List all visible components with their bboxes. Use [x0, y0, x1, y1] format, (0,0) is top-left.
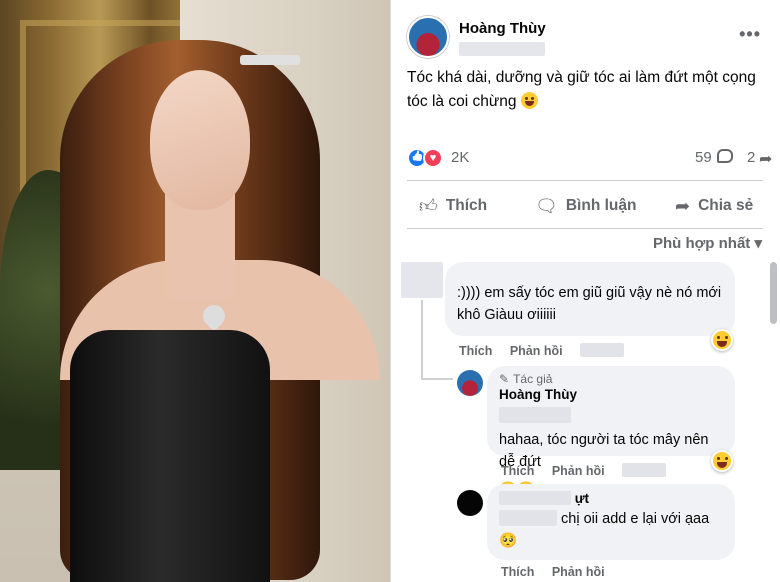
- model-corset: [70, 330, 270, 582]
- timestamp-redacted: [622, 463, 667, 477]
- comment-sort-dropdown[interactable]: Phù hợp nhất ▾: [653, 234, 762, 252]
- reactions-count[interactable]: 2K: [451, 149, 469, 166]
- post-text-content: Tóc khá dài, dưỡng và giữ tóc ai làm đứt…: [407, 69, 756, 110]
- post-panel: Hoàng Thùy ••• Tóc khá dài, dưỡng và giữ…: [390, 0, 780, 582]
- name-redacted: [499, 491, 571, 505]
- comments-count[interactable]: 59: [695, 149, 712, 166]
- author-reply-avatar[interactable]: [457, 370, 483, 396]
- post-stats: ♥ 2K 59 2 ➦: [407, 146, 772, 170]
- commenter-avatar[interactable]: [457, 490, 483, 516]
- author-badge: ✎ Tác giả: [499, 372, 723, 386]
- mention-redacted: [499, 510, 557, 526]
- comment-button[interactable]: 🗨︎ Bình luận: [535, 186, 636, 226]
- divider: [407, 180, 763, 181]
- share-button[interactable]: ➦ Chia sẻ: [675, 186, 753, 226]
- reply-author-name[interactable]: Hoàng Thùy: [499, 386, 723, 404]
- post-meta-redacted: [459, 42, 545, 56]
- commenter-avatar-redacted[interactable]: [401, 262, 443, 298]
- share-icon: ➦: [675, 195, 691, 216]
- more-horizontal-icon[interactable]: •••: [739, 24, 761, 45]
- post-photo[interactable]: [0, 0, 390, 582]
- comment-bubble: ựt chị oii add e lại với ạaa 🥺: [487, 484, 735, 560]
- reply-meta: Thích Phản hồi: [501, 463, 680, 478]
- comment-like-link[interactable]: Thích: [459, 344, 492, 358]
- share-count-icon: ➦: [759, 151, 773, 168]
- comment-text: chị oii add e lại với ạaa: [561, 511, 710, 527]
- model-face: [150, 70, 250, 210]
- divider: [407, 228, 763, 229]
- timestamp-redacted: [580, 343, 625, 357]
- comment-bubble: :)))) em sấy tóc em giũ giũ vậy nè nó mớ…: [445, 262, 735, 336]
- post-actions: 👍︎ Thích 🗨︎ Bình luận ➦ Chia sẻ: [407, 186, 763, 226]
- like-button[interactable]: 👍︎ Thích: [419, 186, 487, 226]
- grinning-emoji-icon: [520, 92, 538, 109]
- hair-clip: [240, 55, 300, 65]
- pleading-emoji-icon: 🥺: [499, 533, 518, 549]
- sort-label: Phù hợp nhất: [652, 235, 751, 252]
- comment-meta: Thích Phản hồi: [501, 565, 619, 579]
- thread-line: [421, 300, 423, 380]
- commenter-name-fragment[interactable]: ựt: [575, 491, 589, 506]
- reaction-icons[interactable]: ♥: [407, 148, 447, 168]
- author-avatar[interactable]: [407, 16, 449, 58]
- author-badge-label: Tác giả: [513, 372, 553, 386]
- thread-line: [421, 378, 453, 380]
- haha-reaction-icon[interactable]: [711, 329, 733, 351]
- post-header: Hoàng Thùy •••: [407, 14, 767, 64]
- haha-reaction-icon[interactable]: [711, 450, 733, 472]
- comment-meta: Thích Phản hồi: [459, 343, 638, 358]
- comment-label: Bình luận: [565, 197, 637, 214]
- comment-text-row: chị oii add e lại với ạaa 🥺: [499, 508, 723, 552]
- share-label: Chia sẻ: [698, 197, 754, 214]
- scrollbar-thumb[interactable]: [770, 262, 777, 324]
- thumbs-up-icon: 👍︎: [419, 196, 438, 216]
- post-text: Tóc khá dài, dưỡng và giữ tóc ai làm đứt…: [407, 66, 757, 114]
- comment-reply-link[interactable]: Phản hồi: [510, 344, 563, 358]
- mention-redacted: [499, 407, 571, 423]
- like-label: Thích: [445, 197, 488, 214]
- pencil-icon: ✎: [499, 372, 510, 386]
- shares-count[interactable]: 2: [747, 149, 755, 166]
- author-reply-bubble: ✎ Tác giả Hoàng Thùy hahaa, tóc người ta…: [487, 366, 735, 498]
- comment-reply-link[interactable]: Phản hồi: [552, 565, 605, 579]
- comment-icon: 🗨︎: [535, 195, 558, 216]
- reply-like-link[interactable]: Thích: [501, 464, 534, 478]
- caret-down-icon: ▾: [754, 235, 762, 252]
- commenter-name-row: ựt: [499, 490, 723, 508]
- comment-like-link[interactable]: Thích: [501, 565, 534, 579]
- comment-count-icon: [717, 149, 733, 163]
- reply-reply-link[interactable]: Phản hồi: [552, 464, 605, 478]
- comment-text: :)))) em sấy tóc em giũ giũ vậy nè nó mớ…: [457, 285, 722, 323]
- author-name[interactable]: Hoàng Thùy: [459, 20, 546, 37]
- love-reaction-icon: ♥: [423, 148, 443, 168]
